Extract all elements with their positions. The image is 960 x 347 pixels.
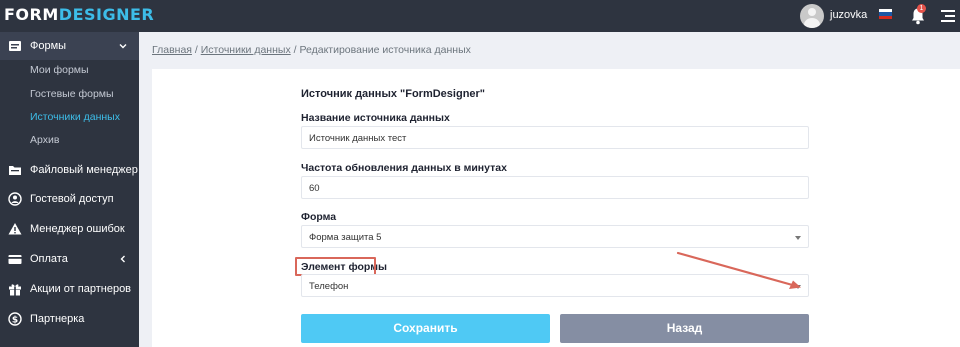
svg-text:$: $ <box>12 315 18 325</box>
back-button[interactable]: Назад <box>560 314 809 343</box>
form-icon <box>9 41 21 51</box>
breadcrumb-home-link[interactable]: Главная <box>152 44 192 56</box>
sidebar-item-label: Оплата <box>30 253 68 265</box>
breadcrumb-sources-link[interactable]: Источники данных <box>201 44 291 56</box>
annotation-arrow-icon <box>676 251 801 289</box>
sidebar-item-error-manager[interactable]: Менеджер ошибок <box>0 215 139 243</box>
notification-badge: 1 <box>917 4 926 13</box>
user-icon <box>8 192 22 206</box>
sidebar-item-label: Файловый менеджер <box>30 164 138 176</box>
sidebar-item-file-manager[interactable]: Файловый менеджер <box>0 156 139 184</box>
username[interactable]: juzovka <box>830 9 867 21</box>
folder-icon <box>9 166 21 175</box>
name-input[interactable]: Источник данных тест <box>301 126 809 149</box>
warning-icon <box>8 223 22 235</box>
gift-icon <box>9 284 21 296</box>
dollar-icon: $ <box>8 312 22 326</box>
name-label: Название источника данных <box>301 112 450 124</box>
sidebar-subitem-guest-forms[interactable]: Гостевые формы <box>30 88 114 100</box>
breadcrumb-current: Редактирование источника данных <box>299 44 471 56</box>
breadcrumb: Главная / Источники данных / Редактирова… <box>152 44 471 56</box>
frequency-input[interactable]: 60 <box>301 176 809 199</box>
sidebar-item-guest-access[interactable]: Гостевой доступ <box>0 185 139 213</box>
language-flag-icon[interactable] <box>879 9 892 19</box>
sidebar-subitem-archive[interactable]: Архив <box>30 134 59 146</box>
sidebar: Формы Мои формы Гостевые формы Источники… <box>0 32 139 347</box>
chevron-down-icon <box>119 44 127 49</box>
form-select-label: Форма <box>301 211 337 223</box>
sidebar-item-label: Гостевой доступ <box>30 193 114 205</box>
content-card <box>152 69 960 347</box>
form-title: Источник данных "FormDesigner" <box>301 88 486 100</box>
sidebar-subitem-data-sources[interactable]: Источники данных <box>30 111 120 123</box>
sidebar-item-affiliate[interactable]: $ Партнерка <box>0 305 139 333</box>
dropdown-caret-icon <box>795 236 801 240</box>
sidebar-item-partner-promos[interactable]: Акции от партнеров <box>0 275 139 303</box>
app-logo[interactable]: FORMDESIGNER <box>4 5 154 24</box>
save-button[interactable]: Сохранить <box>301 314 550 343</box>
top-bar: FORMDESIGNER juzovka 1 <box>0 0 960 32</box>
menu-toggle-icon[interactable] <box>941 10 955 22</box>
card-icon <box>8 255 22 264</box>
frequency-label: Частота обновления данных в минутах <box>301 162 507 174</box>
sidebar-subitem-my-forms[interactable]: Мои формы <box>30 64 89 76</box>
sidebar-item-label: Формы <box>30 40 67 52</box>
sidebar-item-forms[interactable]: Формы <box>0 32 139 60</box>
user-avatar[interactable] <box>800 4 824 28</box>
sidebar-item-label: Акции от партнеров <box>30 283 132 295</box>
sidebar-item-payment[interactable]: Оплата <box>0 245 139 273</box>
sidebar-item-label: Менеджер ошибок <box>30 223 125 235</box>
chevron-left-icon <box>120 255 125 263</box>
sidebar-item-label: Партнерка <box>30 313 85 325</box>
